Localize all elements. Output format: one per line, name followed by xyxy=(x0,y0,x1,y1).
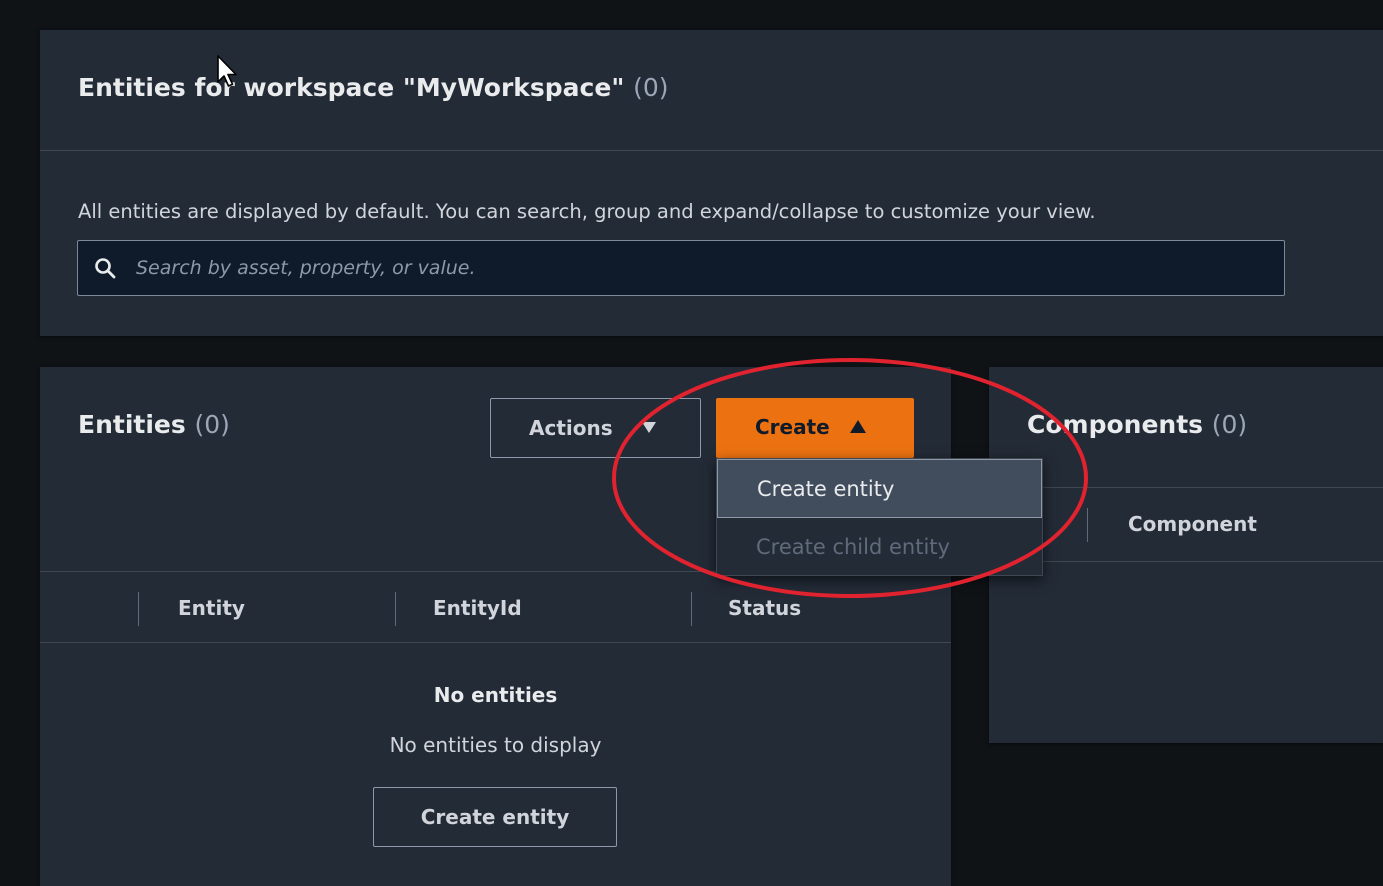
column-divider[interactable] xyxy=(691,592,692,626)
empty-state-title: No entities xyxy=(433,683,558,707)
menu-item-create-entity[interactable]: Create entity xyxy=(717,459,1042,518)
search-icon xyxy=(95,258,116,279)
column-divider[interactable] xyxy=(395,592,396,626)
search-input[interactable] xyxy=(136,241,1266,295)
search-box[interactable] xyxy=(77,240,1285,296)
create-button[interactable]: Create xyxy=(716,398,914,458)
entities-table-header: Entity EntityId Status xyxy=(40,571,951,643)
column-header-entity[interactable]: Entity xyxy=(178,596,245,620)
filter-description: All entities are displayed by default. Y… xyxy=(78,200,1096,223)
caret-up-icon xyxy=(850,420,866,433)
actions-button[interactable]: Actions xyxy=(490,398,701,458)
empty-state-subtitle: No entities to display xyxy=(389,733,602,757)
actions-button-label: Actions xyxy=(529,416,613,440)
column-header-component[interactable]: Component xyxy=(1128,512,1257,536)
create-dropdown-menu: Create entity Create child entity xyxy=(716,458,1043,576)
caret-down-icon xyxy=(642,422,656,433)
create-button-label: Create xyxy=(755,415,830,439)
workspace-panel-header: Entities for workspace "MyWorkspace" (0) xyxy=(40,30,1383,151)
entities-title-text: Entities xyxy=(78,410,186,439)
entities-panel: Entities (0) Actions Create Entity Entit… xyxy=(40,367,951,886)
entities-title: Entities (0) xyxy=(78,410,230,439)
workspace-entities-panel: Entities for workspace "MyWorkspace" (0)… xyxy=(40,30,1383,336)
page-title-text: Entities for workspace "MyWorkspace" xyxy=(78,73,625,102)
create-entity-button[interactable]: Create entity xyxy=(373,787,617,847)
menu-item-create-child-entity: Create child entity xyxy=(756,535,950,559)
column-header-status[interactable]: Status xyxy=(728,596,801,620)
components-title-count: (0) xyxy=(1211,410,1248,439)
components-title-text: Components xyxy=(1027,410,1204,439)
components-title: Components (0) xyxy=(1027,410,1247,439)
entities-title-count: (0) xyxy=(194,410,230,439)
column-divider[interactable] xyxy=(1087,508,1088,542)
column-header-entityid[interactable]: EntityId xyxy=(433,596,522,620)
column-divider[interactable] xyxy=(138,592,139,626)
create-entity-button-label: Create entity xyxy=(420,805,570,829)
page-title-count: (0) xyxy=(633,73,669,102)
page-title: Entities for workspace "MyWorkspace" (0) xyxy=(78,73,669,102)
components-table-header: Component xyxy=(989,487,1383,562)
components-panel: Components (0) Component xyxy=(989,367,1383,743)
